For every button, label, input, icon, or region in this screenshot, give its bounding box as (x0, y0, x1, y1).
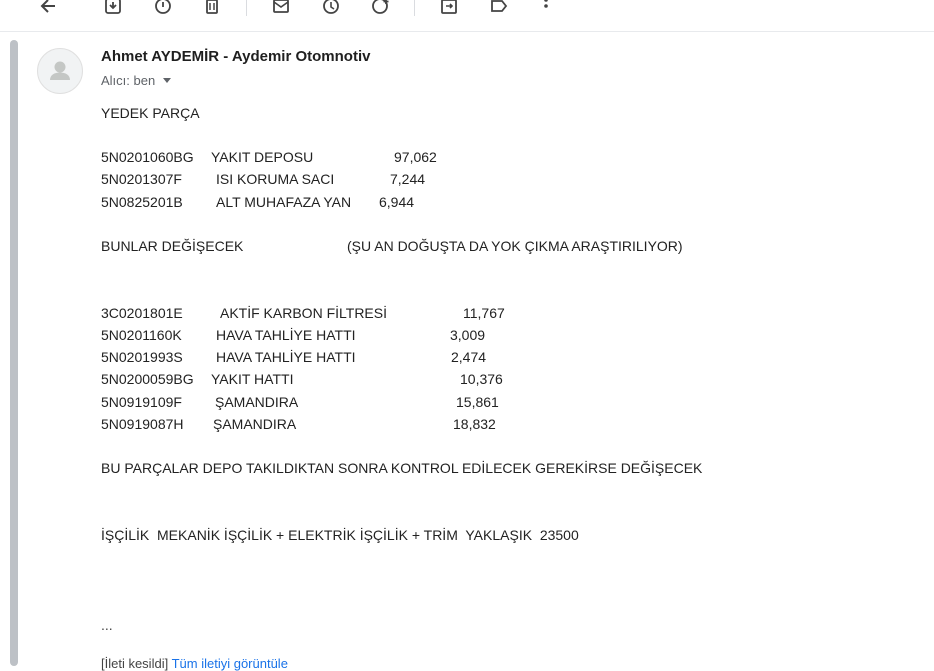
part-code: 5N0919087H (101, 416, 184, 432)
truncated-label: [İleti kesildi] (101, 656, 169, 671)
part-name: HAVA TAHLİYE HATTI (216, 349, 356, 365)
part-name: YAKIT HATTI (211, 371, 294, 387)
person-icon (50, 61, 70, 80)
part-name: ŞAMANDIRA (215, 394, 299, 410)
toolbar (0, 0, 934, 32)
snooze-icon[interactable] (321, 0, 341, 16)
part-name: ŞAMANDIRA (213, 416, 297, 432)
sender-name[interactable]: Ahmet AYDEMİR - Aydemir Otomnotiv (101, 48, 370, 65)
toolbar-divider (414, 0, 415, 16)
part-price: 15,861 (456, 394, 499, 410)
part-code: 3C0201801E (101, 305, 183, 321)
note-sourcing: (ŞU AN DOĞUŞTA DA YOK ÇIKMA ARAŞTIRILIYO… (347, 238, 683, 254)
labor-note: İŞÇİLİK MEKANİK İŞÇİLİK + ELEKTRİK İŞÇİL… (101, 527, 579, 543)
part-name: ISI KORUMA SACI (216, 171, 335, 187)
part-price: 10,376 (460, 371, 503, 387)
recipient-label: Alıcı: ben (101, 73, 156, 88)
part-price: 11,767 (463, 305, 505, 321)
part-code: 5N0825201B (101, 194, 183, 210)
control-note: BU PARÇALAR DEPO TAKILDIKTAN SONRA KONTR… (101, 460, 703, 476)
part-name: HAVA TAHLİYE HATTI (216, 327, 356, 343)
part-code: 5N0200059BG (101, 371, 194, 387)
email-title: YEDEK PARÇA (101, 105, 200, 121)
part-code: 5N0201160K (101, 327, 182, 343)
toolbar-divider (246, 0, 247, 16)
recipient-details[interactable]: Alıcı: ben (101, 73, 172, 88)
view-entire-message-link[interactable]: Tüm iletiyi görüntüle (172, 656, 288, 671)
part-name: AKTİF KARBON FİLTRESİ (220, 305, 387, 321)
report-spam-icon[interactable] (153, 0, 173, 16)
part-price: 7,244 (390, 171, 426, 187)
add-task-icon[interactable] (371, 0, 391, 16)
archive-icon[interactable] (103, 0, 123, 16)
part-code: 5N0201060BG (101, 149, 194, 165)
trimmed-content-button[interactable]: ... (101, 617, 113, 633)
chevron-down-icon[interactable] (163, 78, 172, 83)
move-to-icon[interactable] (439, 0, 459, 16)
scrollbar-thumb[interactable] (10, 40, 18, 666)
delete-icon[interactable] (202, 0, 222, 16)
part-price: 3,009 (450, 327, 486, 343)
part-name: YAKIT DEPOSU (211, 149, 314, 165)
more-icon[interactable] (536, 0, 556, 16)
part-price: 2,474 (451, 349, 487, 365)
truncated-notice: [İleti kesildi] Tüm iletiyi görüntüle (101, 656, 288, 671)
part-price: 97,062 (394, 149, 437, 165)
part-code: 5N0201993S (101, 349, 183, 365)
mark-unread-icon[interactable] (271, 0, 291, 16)
part-price: 18,832 (453, 416, 496, 432)
part-code: 5N0919109F (101, 394, 182, 410)
label-icon[interactable] (489, 0, 509, 16)
note-replace: BUNLAR DEĞİŞECEK (101, 238, 244, 254)
avatar[interactable] (37, 48, 83, 94)
part-code: 5N0201307F (101, 171, 182, 187)
back-arrow-icon[interactable] (38, 0, 58, 16)
part-price: 6,944 (379, 194, 415, 210)
part-name: ALT MUHAFAZA YAN (216, 194, 352, 210)
